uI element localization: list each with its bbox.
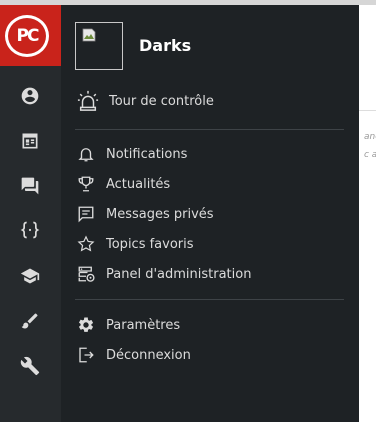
background-text-2: c au	[364, 150, 376, 160]
message-icon	[78, 206, 94, 223]
graduation-cap-icon[interactable]	[20, 266, 40, 286]
logout-icon	[79, 347, 94, 363]
wrench-icon[interactable]	[20, 356, 40, 376]
menu-item-notifications[interactable]: Notifications	[77, 142, 187, 166]
star-icon	[77, 235, 95, 252]
brush-icon[interactable]	[20, 311, 40, 331]
menu-label-notifications: Notifications	[106, 146, 188, 162]
menu-item-settings[interactable]: Paramètres	[77, 313, 180, 337]
menu-item-admin[interactable]: Panel d'administration	[77, 262, 251, 286]
admin-server-icon	[78, 266, 95, 282]
username[interactable]: Darks	[139, 36, 191, 55]
menu-item-logout[interactable]: Déconnexion	[77, 343, 191, 367]
user-circle-icon[interactable]	[20, 86, 40, 106]
menu-item-news[interactable]: Actualités	[77, 172, 170, 196]
menu-label-messages: Messages privés	[106, 206, 214, 222]
logo-circle: PC	[5, 15, 49, 57]
chat-icon[interactable]	[20, 176, 40, 196]
menu-label-favorites: Topics favoris	[106, 236, 194, 252]
user-menu-panel: Darks Tour de contrôle Notifications Act…	[61, 5, 359, 422]
broken-image-icon	[82, 28, 96, 42]
site-logo[interactable]: PC	[0, 5, 61, 66]
icon-rail: PC	[0, 5, 61, 422]
gear-icon	[78, 317, 94, 332]
background-text-1: ané	[364, 132, 376, 142]
menu-label-logout: Déconnexion	[106, 347, 191, 363]
calendar-icon[interactable]	[20, 131, 40, 151]
background-divider	[359, 110, 376, 111]
menu-label-dashboard: Tour de contrôle	[109, 93, 214, 109]
menu-item-dashboard[interactable]: Tour de contrôle	[77, 89, 214, 113]
trophy-icon	[78, 176, 94, 192]
menu-item-messages[interactable]: Messages privés	[77, 202, 214, 226]
menu-label-settings: Paramètres	[106, 317, 181, 333]
menu-item-favorites[interactable]: Topics favoris	[77, 232, 194, 256]
menu-label-admin: Panel d'administration	[106, 266, 252, 282]
menu-label-news: Actualités	[106, 176, 171, 192]
menu-divider	[75, 129, 344, 130]
siren-icon	[77, 90, 99, 111]
bell-icon	[78, 148, 94, 162]
menu-divider	[75, 299, 344, 300]
logo-text: PC	[16, 26, 40, 46]
user-avatar[interactable]	[75, 22, 123, 70]
braces-icon[interactable]	[20, 220, 40, 240]
